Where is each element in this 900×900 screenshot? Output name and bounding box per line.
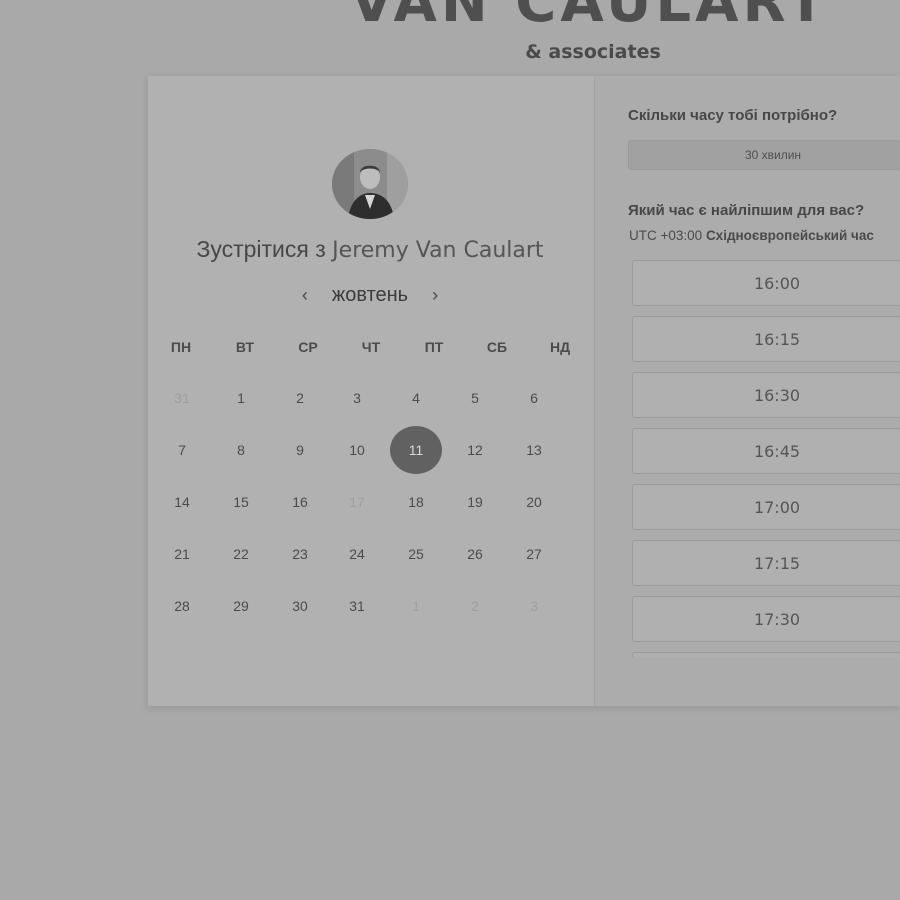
calendar-day[interactable]: 27 [508, 530, 560, 578]
booking-card: Зустрітися з Jeremy Van Caulart ‹ жовтен… [148, 76, 900, 706]
weekday-header: ПН ВТ СР ЧТ ПТ СБ НД [152, 339, 592, 357]
weekday-label: СР [298, 339, 318, 355]
timezone-offset: UTC +03:00 [629, 228, 703, 243]
weekday-label: ПТ [424, 339, 444, 355]
calendar-day[interactable]: 24 [331, 530, 383, 578]
chevron-right-icon[interactable]: › [428, 285, 442, 306]
calendar-day[interactable]: 4 [390, 374, 442, 422]
calendar-day[interactable]: 12 [449, 426, 501, 474]
time-slot[interactable]: 16:00 [632, 260, 900, 306]
time-question: Який час є найліпшим для вас? [628, 202, 865, 219]
calendar-day: 17 [349, 494, 365, 510]
weekday-label: НД [549, 339, 571, 355]
month-navigation: ‹ жовтень › [148, 281, 592, 309]
calendar-day[interactable]: 23 [274, 530, 326, 578]
calendar-day[interactable]: 15 [215, 478, 267, 526]
calendar-day: 31 [174, 390, 190, 406]
calendar-day[interactable]: 25 [390, 530, 442, 578]
host-title: Зустрітися з Jeremy Van Caulart [148, 236, 592, 263]
calendar-day[interactable]: 14 [156, 478, 208, 526]
host-name: Jeremy Van Caulart [332, 238, 544, 263]
calendar-day[interactable]: 13 [508, 426, 560, 474]
host-avatar [332, 149, 408, 219]
calendar-day[interactable]: 8 [215, 426, 267, 474]
calendar-day[interactable]: 10 [331, 426, 383, 474]
calendar-day: 1 [412, 598, 420, 614]
timezone-selector[interactable]: UTC +03:00 Східноєвропейський час [629, 228, 874, 243]
calendar-day: 3 [530, 598, 538, 614]
duration-select[interactable]: 30 хвилин [628, 140, 900, 170]
brand-logo-text: VAN CAULART [350, 0, 830, 35]
time-slot[interactable]: 17:15 [632, 540, 900, 586]
calendar-day[interactable]: 30 [274, 582, 326, 630]
time-slot[interactable]: 17:00 [632, 484, 900, 530]
calendar-day[interactable]: 6 [508, 374, 560, 422]
calendar-day-selected[interactable]: 11 [390, 426, 442, 474]
title-prefix: Зустрітися з [196, 236, 326, 262]
calendar-day[interactable]: 9 [274, 426, 326, 474]
time-slot[interactable] [632, 652, 900, 657]
calendar-day[interactable]: 20 [508, 478, 560, 526]
weekday-label: ЧТ [361, 339, 381, 355]
calendar-day[interactable]: 21 [156, 530, 208, 578]
brand-header: VAN CAULART & associates [0, 0, 900, 70]
calendar-day[interactable]: 28 [156, 582, 208, 630]
time-slot[interactable]: 16:45 [632, 428, 900, 474]
calendar-panel: Зустрітися з Jeremy Van Caulart ‹ жовтен… [148, 76, 592, 706]
time-slot[interactable]: 17:30 [632, 596, 900, 642]
weekday-label: ВТ [235, 339, 255, 355]
weekday-label: СБ [486, 339, 508, 355]
time-panel: Скільки часу тобі потрібно? 30 хвилин Як… [594, 76, 900, 706]
calendar-day[interactable]: 16 [274, 478, 326, 526]
calendar-day[interactable]: 19 [449, 478, 501, 526]
calendar-day: 2 [471, 598, 479, 614]
calendar-day[interactable]: 7 [156, 426, 208, 474]
time-slot[interactable]: 16:15 [632, 316, 900, 362]
calendar-day[interactable]: 2 [274, 374, 326, 422]
duration-question: Скільки часу тобі потрібно? [628, 107, 838, 124]
calendar-day[interactable]: 22 [215, 530, 267, 578]
duration-value: 30 хвилин [744, 148, 802, 162]
brand-tagline: & associates [525, 41, 661, 63]
weekday-label: ПН [170, 339, 192, 355]
calendar-day[interactable]: 31 [331, 582, 383, 630]
time-slot-list: 16:00 16:15 16:30 16:45 17:00 17:15 17:3… [632, 260, 900, 657]
month-label: жовтень [331, 283, 409, 306]
host-photo [332, 149, 408, 219]
calendar-day[interactable]: 1 [215, 374, 267, 422]
chevron-left-icon[interactable]: ‹ [298, 285, 312, 306]
calendar-day[interactable]: 26 [449, 530, 501, 578]
calendar-day[interactable]: 18 [390, 478, 442, 526]
calendar-day[interactable]: 3 [331, 374, 383, 422]
time-slot[interactable]: 16:30 [632, 372, 900, 418]
calendar-day[interactable]: 29 [215, 582, 267, 630]
timezone-name: Східноєвропейський час [705, 228, 874, 243]
calendar-day[interactable]: 5 [449, 374, 501, 422]
